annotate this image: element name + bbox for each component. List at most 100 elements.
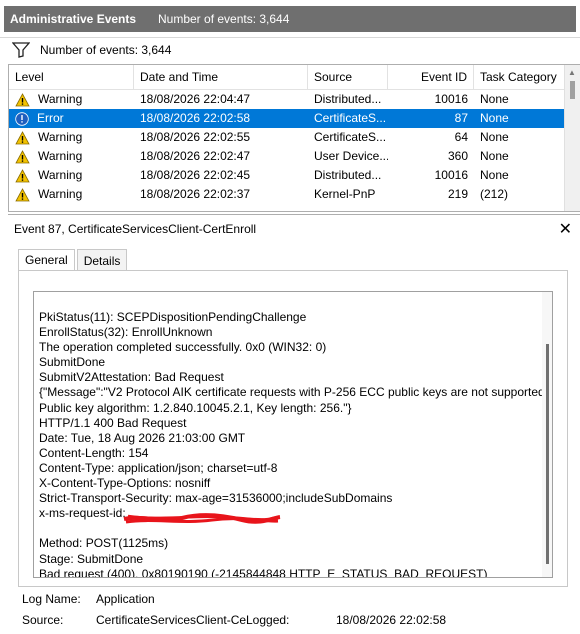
message-line: {"Message":"V2 Protocol AIK certificate … bbox=[39, 385, 549, 400]
logged-label: Logged: bbox=[246, 612, 290, 627]
event-task-category: None bbox=[480, 168, 509, 182]
message-line: Date: Tue, 18 Aug 2026 21:03:00 GMT bbox=[39, 430, 246, 445]
close-icon[interactable]: ✕ bbox=[559, 219, 572, 239]
events-body: Warning 18/08/2026 22:04:47 Distributed...… bbox=[9, 90, 580, 210]
message-line: SubmitV2Attestation: Bad Request bbox=[39, 370, 224, 385]
event-row[interactable]: Warning 18/08/2026 22:02:37 Kernel-PnP 219 (… bbox=[9, 185, 580, 204]
message-line bbox=[39, 521, 539, 536]
event-id: 360 bbox=[447, 149, 468, 163]
message-scrollbar-thumb[interactable] bbox=[546, 344, 549, 564]
field-row-source: Source: CertificateServicesClient-Cer Lo… bbox=[22, 609, 562, 630]
log-name-value: Application bbox=[96, 591, 155, 606]
event-level: Warning bbox=[9, 147, 134, 166]
event-task-category: (212) bbox=[480, 187, 509, 201]
event-id: 10016 bbox=[434, 168, 468, 182]
event-task-category: None bbox=[480, 111, 509, 125]
event-task-category: None bbox=[480, 130, 509, 144]
message-line: EnrollStatus(32): EnrollUnknown bbox=[39, 325, 213, 340]
event-date: 18/08/2026 22:02:58 bbox=[140, 111, 251, 125]
logged-value: 18/08/2026 22:02:58 bbox=[336, 612, 447, 627]
column-header-date[interactable]: Date and Time bbox=[134, 65, 308, 89]
event-row[interactable]: Error 18/08/2026 22:02:58 CertificateS... 8… bbox=[9, 109, 580, 128]
event-date: 18/08/2026 22:02:47 bbox=[140, 149, 251, 163]
warning-icon bbox=[15, 168, 34, 183]
message-line: PkiStatus(11): SCEPDispositionPendingCha… bbox=[39, 310, 307, 324]
event-id: 10016 bbox=[434, 92, 468, 106]
event-level-text: Warning bbox=[38, 149, 83, 163]
detail-title: Event 87, CertificateServicesClient-Cert… bbox=[14, 222, 257, 236]
event-row[interactable]: Warning 18/08/2026 22:02:45 Distributed...… bbox=[9, 166, 580, 185]
message-line: SubmitDone bbox=[39, 355, 106, 370]
error-icon bbox=[15, 111, 33, 126]
event-row-partial[interactable] bbox=[9, 204, 580, 210]
message-line: Stage: SubmitDone bbox=[39, 551, 144, 566]
scrollbar-thumb[interactable] bbox=[570, 81, 575, 99]
message-line: Public key algorithm: 1.2.840.10045.2.1,… bbox=[39, 400, 352, 415]
event-message-box[interactable]: PkiStatus(11): SCEPDispositionPendingCha… bbox=[33, 291, 553, 578]
message-line: Content-Length: 154 bbox=[39, 445, 149, 460]
event-row[interactable]: Warning 18/08/2026 22:02:55 CertificateS..… bbox=[9, 128, 580, 147]
event-level: Warning bbox=[9, 185, 134, 204]
event-row[interactable]: Warning 18/08/2026 22:02:47 User Device...… bbox=[9, 147, 580, 166]
filter-count-text: Number of events: 3,644 bbox=[40, 43, 172, 57]
message-line: x-ms-request-id: bbox=[39, 506, 126, 521]
event-source: CertificateS... bbox=[314, 130, 387, 144]
log-name-label: Log Name: bbox=[22, 591, 81, 606]
event-row[interactable]: Warning 18/08/2026 22:04:47 Distributed...… bbox=[9, 90, 580, 109]
event-id: 87 bbox=[454, 111, 468, 125]
event-level: Warning bbox=[9, 128, 134, 147]
event-source: Distributed... bbox=[314, 92, 382, 106]
event-date: 18/08/2026 22:04:47 bbox=[140, 92, 251, 106]
event-level-text: Error bbox=[37, 111, 64, 125]
event-level: Error bbox=[9, 109, 134, 128]
source-label: Source: bbox=[22, 612, 64, 627]
event-date: 18/08/2026 22:02:55 bbox=[140, 130, 251, 144]
field-row-log-name: Log Name: Application bbox=[22, 588, 562, 609]
event-source: User Device... bbox=[314, 149, 388, 163]
view-title: Administrative Events bbox=[10, 12, 137, 26]
message-line: HTTP/1.1 400 Bad Request bbox=[39, 415, 187, 430]
redaction-scribble bbox=[123, 513, 281, 524]
warning-icon bbox=[15, 92, 34, 107]
message-line: Strict-Transport-Security: max-age=31536… bbox=[39, 491, 393, 506]
event-date: 18/08/2026 22:02:37 bbox=[140, 187, 251, 201]
message-line: Bad request (400). 0x80190190 (-21458448… bbox=[39, 566, 488, 578]
message-scrollbar[interactable] bbox=[542, 292, 552, 577]
tab-general[interactable]: General bbox=[18, 249, 75, 272]
message-line: Content-Type: application/json; charset=… bbox=[39, 460, 278, 475]
event-detail-pane: Event 87, CertificateServicesClient-Cert… bbox=[8, 214, 580, 634]
event-task-category: None bbox=[480, 149, 509, 163]
events-scrollbar[interactable]: ▲ bbox=[564, 65, 580, 211]
event-task-category: None bbox=[480, 92, 509, 106]
event-source: Distributed... bbox=[314, 168, 382, 182]
source-value: CertificateServicesClient-Cer bbox=[96, 612, 246, 627]
title-bar: Administrative Events Number of events: … bbox=[0, 0, 580, 38]
filter-icon[interactable] bbox=[12, 42, 30, 58]
event-level-text: Warning bbox=[38, 130, 83, 144]
tab-details[interactable]: Details bbox=[76, 249, 128, 272]
message-line: X-Content-Type-Options: nosniff bbox=[39, 476, 211, 491]
events-header: Level Date and Time Source Event ID Task… bbox=[9, 65, 580, 90]
event-id: 64 bbox=[454, 130, 468, 144]
event-source: CertificateS... bbox=[314, 111, 387, 125]
warning-icon bbox=[15, 130, 34, 145]
event-id: 219 bbox=[447, 187, 468, 201]
event-level: Warning bbox=[9, 90, 134, 109]
general-tab-panel: PkiStatus(11): SCEPDispositionPendingCha… bbox=[18, 270, 568, 587]
column-header-source[interactable]: Source bbox=[308, 65, 388, 89]
scroll-up-icon[interactable]: ▲ bbox=[568, 68, 576, 77]
event-level-text: Warning bbox=[38, 168, 83, 182]
event-level-text: Warning bbox=[38, 187, 83, 201]
event-count: Number of events: 3,644 bbox=[158, 12, 290, 26]
column-header-event-id[interactable]: Event ID bbox=[388, 65, 474, 89]
title-bar-inner: Administrative Events Number of events: … bbox=[4, 6, 576, 32]
event-level: Warning bbox=[9, 166, 134, 185]
events-table[interactable]: Level Date and Time Source Event ID Task… bbox=[8, 64, 580, 212]
event-fields: Log Name: Application Source: Certificat… bbox=[22, 588, 562, 630]
filter-bar: Number of events: 3,644 bbox=[0, 37, 580, 63]
detail-tabs: General Details bbox=[18, 249, 129, 272]
column-header-level[interactable]: Level bbox=[9, 65, 134, 89]
event-message-text: PkiStatus(11): SCEPDispositionPendingCha… bbox=[39, 310, 549, 578]
message-line: Method: POST(1125ms) bbox=[39, 536, 169, 551]
column-header-task-category[interactable]: Task Category bbox=[474, 65, 566, 89]
